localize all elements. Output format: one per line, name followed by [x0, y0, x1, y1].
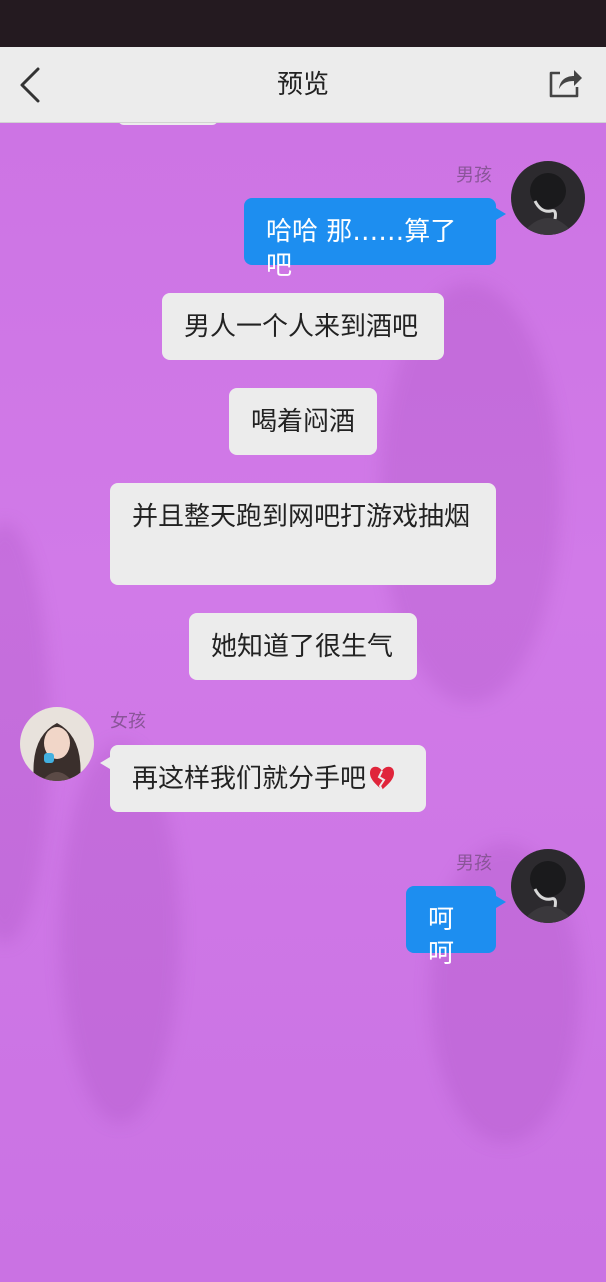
- status-bar: [0, 0, 606, 47]
- broken-heart-icon: [370, 766, 395, 791]
- avatar-image: [511, 161, 585, 235]
- back-button[interactable]: [14, 65, 50, 105]
- message-bubble[interactable]: 呵呵: [406, 886, 496, 969]
- bubble-tail: [496, 208, 506, 220]
- previous-message-bubble: [118, 123, 218, 125]
- message-text: 并且整天跑到网吧打游戏抽烟: [132, 502, 471, 532]
- chevron-left-icon: [20, 67, 40, 103]
- chat-area[interactable]: 男孩 哈哈 那……算了吧 男人一个人来到酒吧 喝着闷酒 并且整天跑到网吧打游戏抽…: [0, 123, 606, 1282]
- sender-name: 男孩: [456, 165, 492, 186]
- nav-bar: 预览: [0, 47, 606, 123]
- bubble-tail: [100, 757, 110, 769]
- sender-name: 女孩: [110, 711, 146, 732]
- message-text: 再这样我们就分手吧: [132, 764, 367, 794]
- avatar-girl[interactable]: [20, 707, 94, 781]
- message-bubble[interactable]: 她知道了很生气: [189, 613, 417, 680]
- message-bubble[interactable]: 并且整天跑到网吧打游戏抽烟: [110, 483, 496, 585]
- page-title: 预览: [276, 70, 329, 100]
- message-bubble[interactable]: 喝着闷酒: [229, 388, 377, 455]
- message-text: 她知道了很生气: [211, 632, 394, 662]
- message-bubble[interactable]: 男人一个人来到酒吧: [162, 293, 444, 360]
- message-bubble[interactable]: 哈哈 那……算了吧: [244, 198, 496, 281]
- bubble-tail: [496, 896, 506, 908]
- avatar-image: [20, 707, 94, 781]
- share-icon: [549, 70, 582, 98]
- message-text: 男人一个人来到酒吧: [184, 312, 419, 342]
- sender-name: 男孩: [456, 853, 492, 874]
- message-text: 喝着闷酒: [251, 407, 356, 437]
- message-bubble[interactable]: 再这样我们就分手吧: [110, 745, 426, 812]
- message-text: 哈哈 那……算了吧: [266, 217, 457, 281]
- share-button[interactable]: [546, 65, 584, 101]
- avatar-boy[interactable]: [511, 161, 585, 235]
- avatar-boy[interactable]: [511, 849, 585, 923]
- avatar-image: [511, 849, 585, 923]
- message-text: 呵呵: [428, 905, 455, 969]
